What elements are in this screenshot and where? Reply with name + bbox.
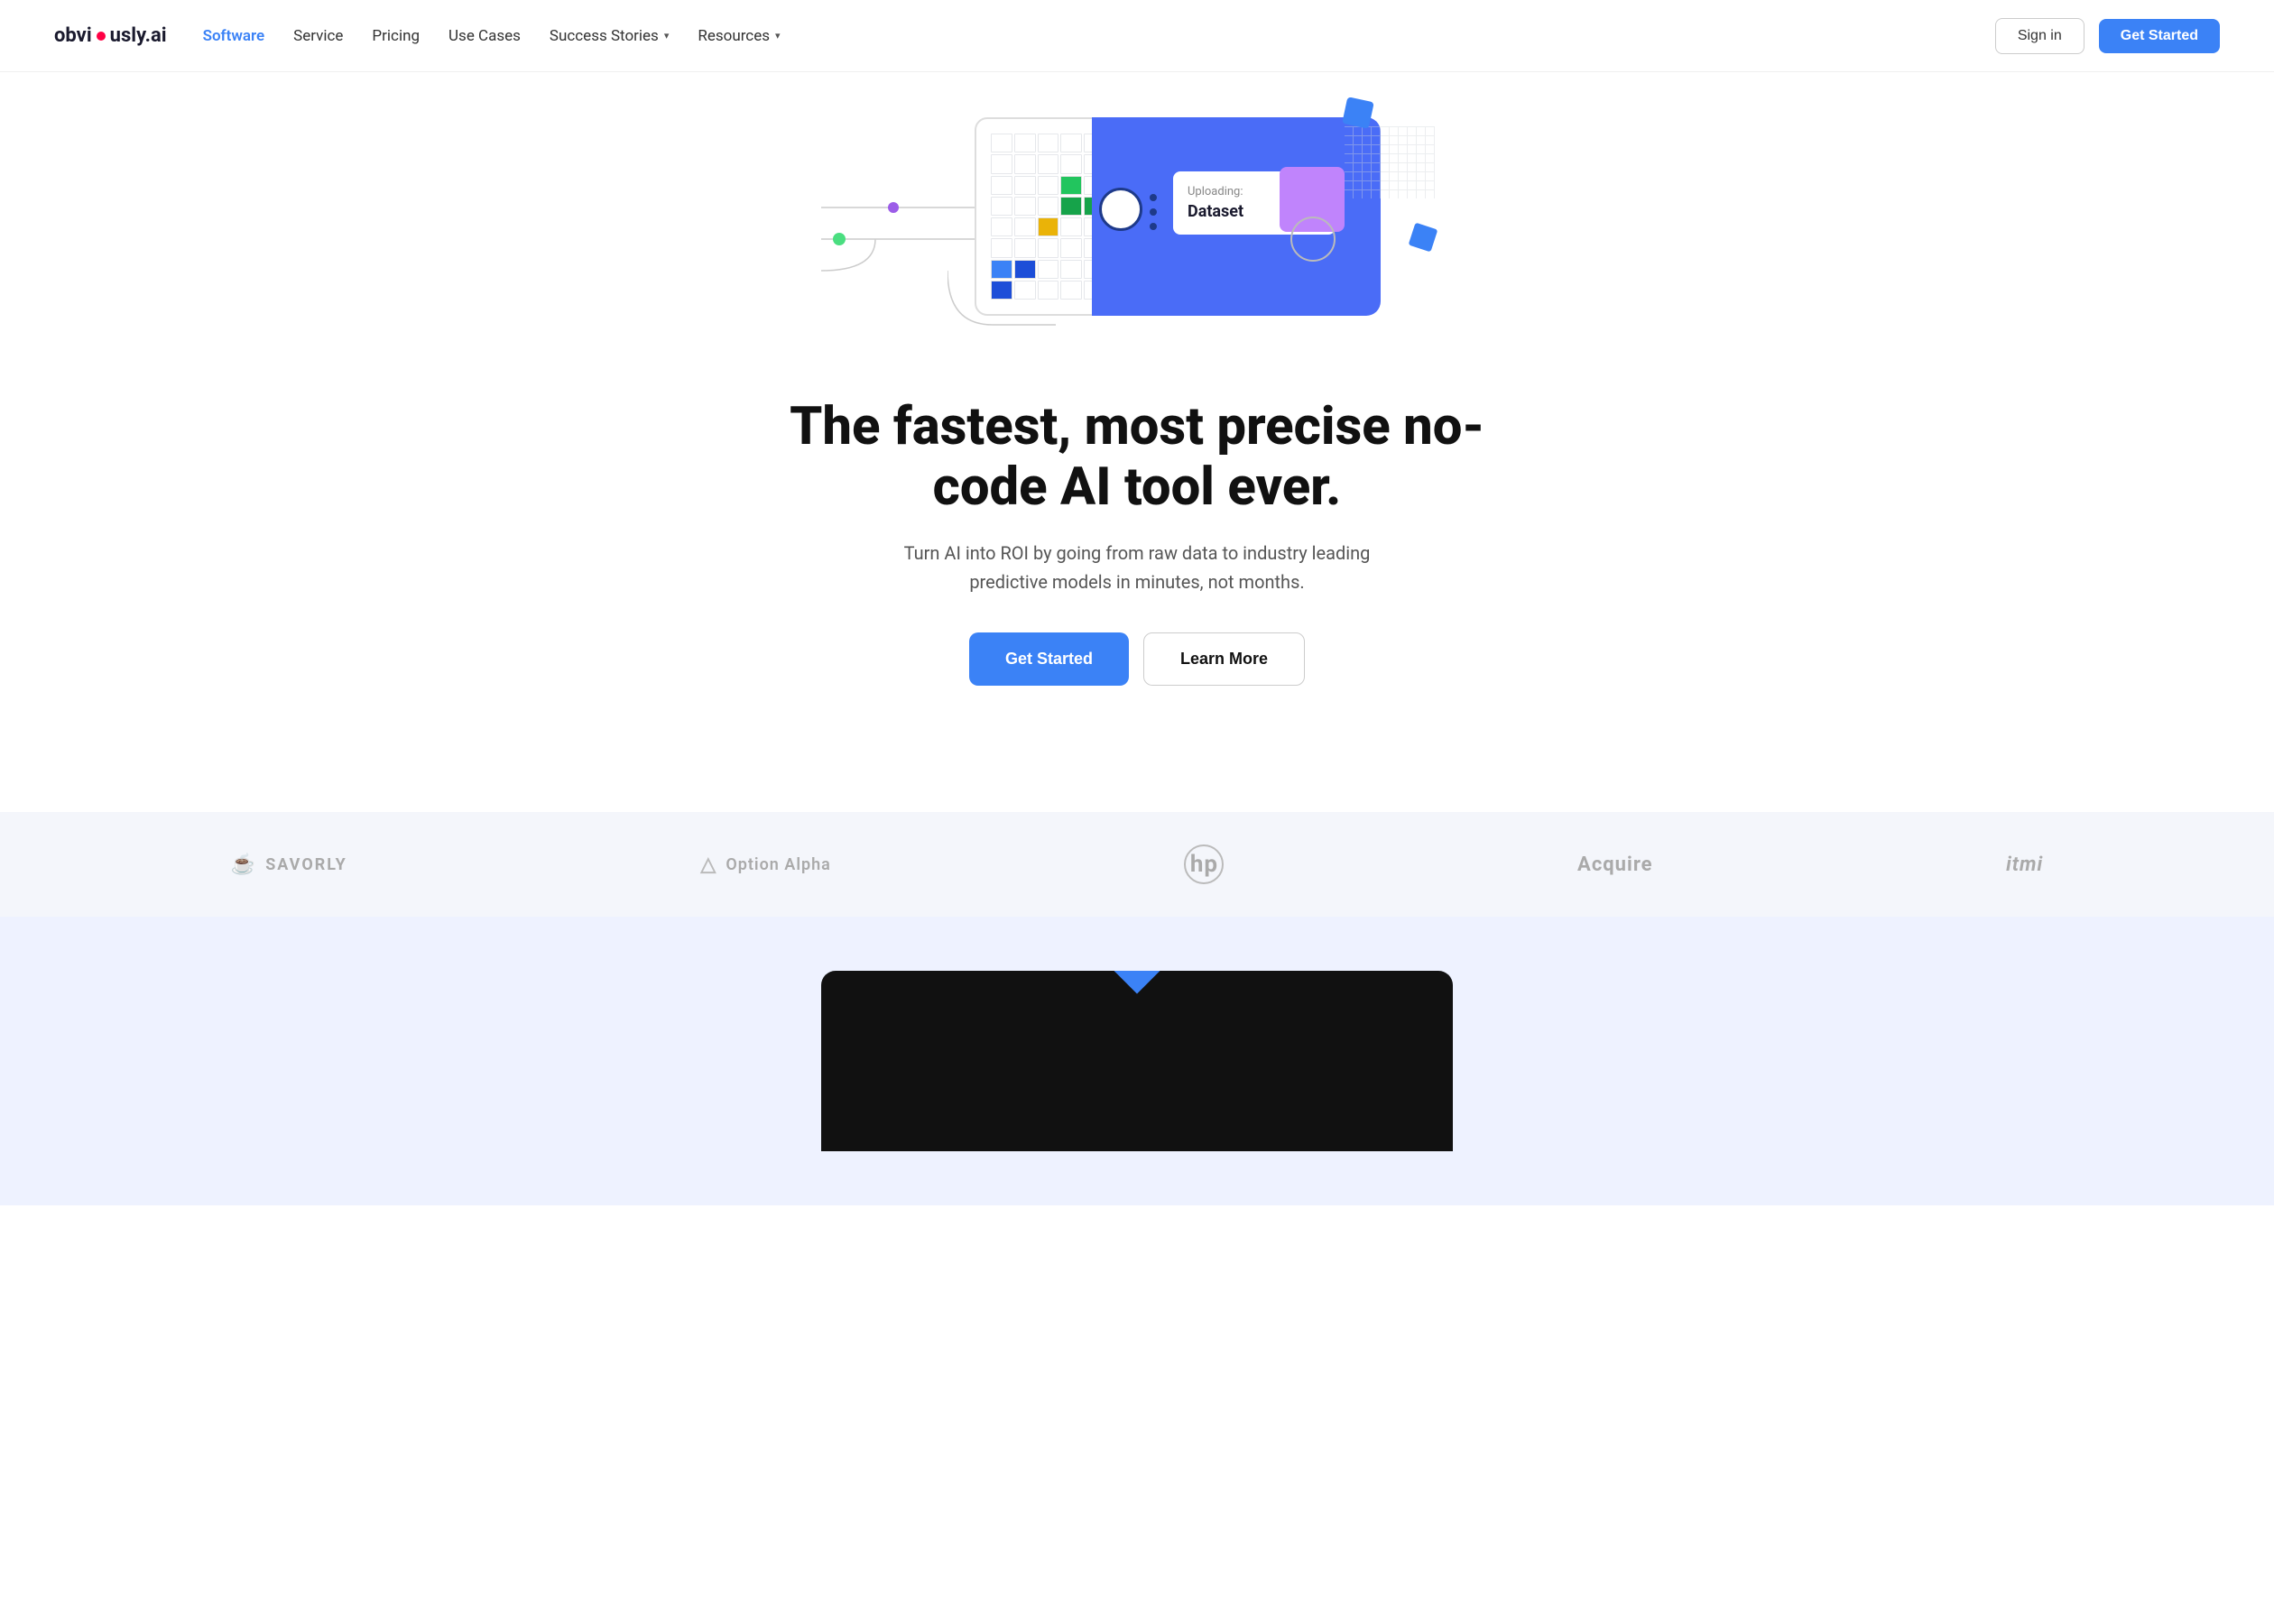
logo-acquire: Acquire	[1577, 854, 1653, 876]
option-alpha-icon: △	[700, 854, 716, 876]
nav-left: obvi usly.ai Software Service Pricing Use…	[54, 24, 781, 47]
learn-more-button[interactable]: Learn More	[1143, 632, 1305, 686]
chevron-down-icon: ▾	[664, 30, 670, 42]
dot-2	[1150, 208, 1157, 216]
dot-1	[1150, 194, 1157, 201]
logo[interactable]: obvi usly.ai	[54, 24, 167, 47]
savorly-icon: ☕	[231, 854, 256, 876]
nav-pricing[interactable]: Pricing	[372, 27, 420, 45]
signin-button[interactable]: Sign in	[1995, 18, 2084, 54]
bottom-section	[0, 917, 2274, 1205]
itmi-label: itmi	[2006, 854, 2043, 876]
nav-links: Software Service Pricing Use Cases Succe…	[203, 27, 781, 45]
navbar: obvi usly.ai Software Service Pricing Use…	[0, 0, 2274, 72]
app-mockup	[821, 971, 1453, 1151]
logo-text: obvi	[54, 24, 92, 47]
hero-subtext: Turn AI into ROI by going from raw data …	[875, 539, 1399, 596]
logo-hp: hp	[1184, 844, 1224, 884]
logo-option-alpha: △ Option Alpha	[700, 854, 830, 876]
nav-success-stories[interactable]: Success Stories ▾	[550, 27, 669, 45]
hp-label: hp	[1184, 844, 1224, 884]
nav-service[interactable]: Service	[293, 27, 343, 45]
hero-actions: Get Started Learn More	[969, 632, 1305, 686]
nav-use-cases[interactable]: Use Cases	[448, 27, 521, 45]
chevron-down-icon: ▾	[775, 30, 781, 42]
logo-text2: usly.ai	[110, 24, 167, 47]
diamond-decoration	[1114, 971, 1160, 993]
nav-right: Sign in Get Started	[1995, 18, 2220, 54]
hero-headline: The fastest, most precise no-code AI too…	[785, 397, 1489, 517]
dot-3	[1150, 223, 1157, 230]
curved-pipe-svg	[948, 271, 1056, 343]
logo-dot	[97, 32, 106, 41]
blue-diamond-top	[1342, 97, 1374, 129]
hero-section: Uploading: Dataset The fastest, most pre…	[0, 72, 2274, 812]
get-started-button[interactable]: Get Started	[969, 632, 1129, 686]
logo-itmi: itmi	[2006, 854, 2043, 876]
nav-resources[interactable]: Resources ▾	[698, 27, 780, 45]
hero-illustration: Uploading: Dataset	[54, 108, 2220, 361]
savorly-label: SAVORLY	[265, 855, 347, 874]
nav-software[interactable]: Software	[203, 27, 265, 45]
dial-knob	[1099, 188, 1142, 231]
get-started-nav-button[interactable]: Get Started	[2099, 19, 2220, 53]
logos-strip: ☕ SAVORLY △ Option Alpha hp Acquire itmi	[0, 812, 2274, 917]
shape-grid-dots	[1345, 126, 1435, 198]
dots-column	[1150, 194, 1157, 230]
acquire-label: Acquire	[1577, 854, 1653, 876]
logo-savorly: ☕ SAVORLY	[231, 854, 347, 876]
circle-deco	[1290, 217, 1336, 262]
option-alpha-label: Option Alpha	[726, 855, 831, 874]
blue-diamond-bottom	[1409, 223, 1438, 253]
